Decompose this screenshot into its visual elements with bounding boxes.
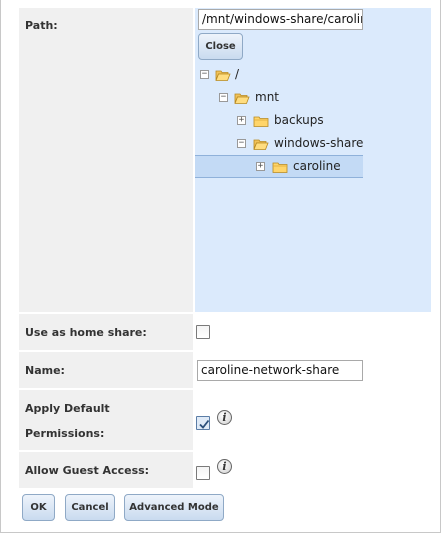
tree-node-label: mnt (255, 90, 279, 104)
info-icon[interactable]: i (217, 410, 232, 425)
tree-node-label: backups (274, 113, 324, 127)
path-browser: /mnt/windows-share/caroline Close − / − … (195, 8, 431, 312)
permissions-label-line1: Apply Default (25, 402, 110, 415)
permissions-checkbox[interactable] (196, 416, 210, 430)
folder-icon (253, 116, 269, 127)
tree-node-label: windows-share (274, 136, 364, 150)
expand-icon[interactable]: + (237, 116, 246, 125)
name-value: caroline-network-share (195, 352, 432, 388)
collapse-icon[interactable]: − (219, 93, 228, 102)
advanced-mode-button[interactable]: Advanced Mode (124, 494, 224, 521)
ok-button[interactable]: OK (22, 494, 55, 521)
tree-node-windows-share[interactable]: − windows-share (195, 134, 431, 154)
permissions-row: Apply Default Permissions: i (19, 390, 432, 450)
info-icon[interactable]: i (217, 459, 232, 474)
home-share-checkbox[interactable] (196, 325, 210, 339)
tree-node-label: caroline (293, 159, 341, 173)
guest-access-value: i (195, 452, 432, 488)
permissions-value: i (195, 390, 432, 450)
home-share-label-text: Use as home share: (25, 326, 147, 339)
guest-access-row: Allow Guest Access: i (19, 452, 432, 488)
folder-icon (272, 162, 288, 173)
guest-access-checkbox[interactable] (196, 466, 210, 480)
checkmark-icon (199, 419, 210, 429)
name-label: Name: (19, 352, 193, 388)
folder-open-icon (215, 70, 231, 81)
name-label-text: Name: (25, 364, 65, 377)
guest-access-label: Allow Guest Access: (19, 452, 193, 488)
close-button[interactable]: Close (198, 33, 243, 60)
tree-node-caroline[interactable]: + caroline (195, 155, 363, 178)
path-input[interactable]: /mnt/windows-share/caroline (198, 9, 363, 30)
expand-icon[interactable]: + (256, 162, 265, 171)
folder-open-icon (234, 93, 250, 104)
home-share-label: Use as home share: (19, 314, 193, 350)
tree-node-mnt[interactable]: − mnt (195, 88, 431, 108)
home-share-value (195, 314, 432, 350)
permissions-label-line2: Permissions: (25, 427, 105, 440)
permissions-label: Apply Default Permissions: (19, 390, 193, 450)
folder-open-icon (253, 139, 269, 150)
home-share-row: Use as home share: (19, 314, 432, 350)
collapse-icon[interactable]: − (200, 70, 209, 79)
tree-node-root[interactable]: − / (195, 65, 431, 85)
name-row: Name: caroline-network-share (19, 352, 432, 388)
guest-access-label-text: Allow Guest Access: (25, 464, 150, 477)
cancel-button[interactable]: Cancel (65, 494, 115, 521)
collapse-icon[interactable]: − (237, 139, 246, 148)
tree-node-backups[interactable]: + backups (195, 111, 431, 131)
path-label: Path: (19, 8, 193, 312)
path-label-text: Path: (25, 19, 58, 32)
name-input[interactable]: caroline-network-share (197, 360, 363, 381)
tree-node-label: / (235, 67, 240, 81)
